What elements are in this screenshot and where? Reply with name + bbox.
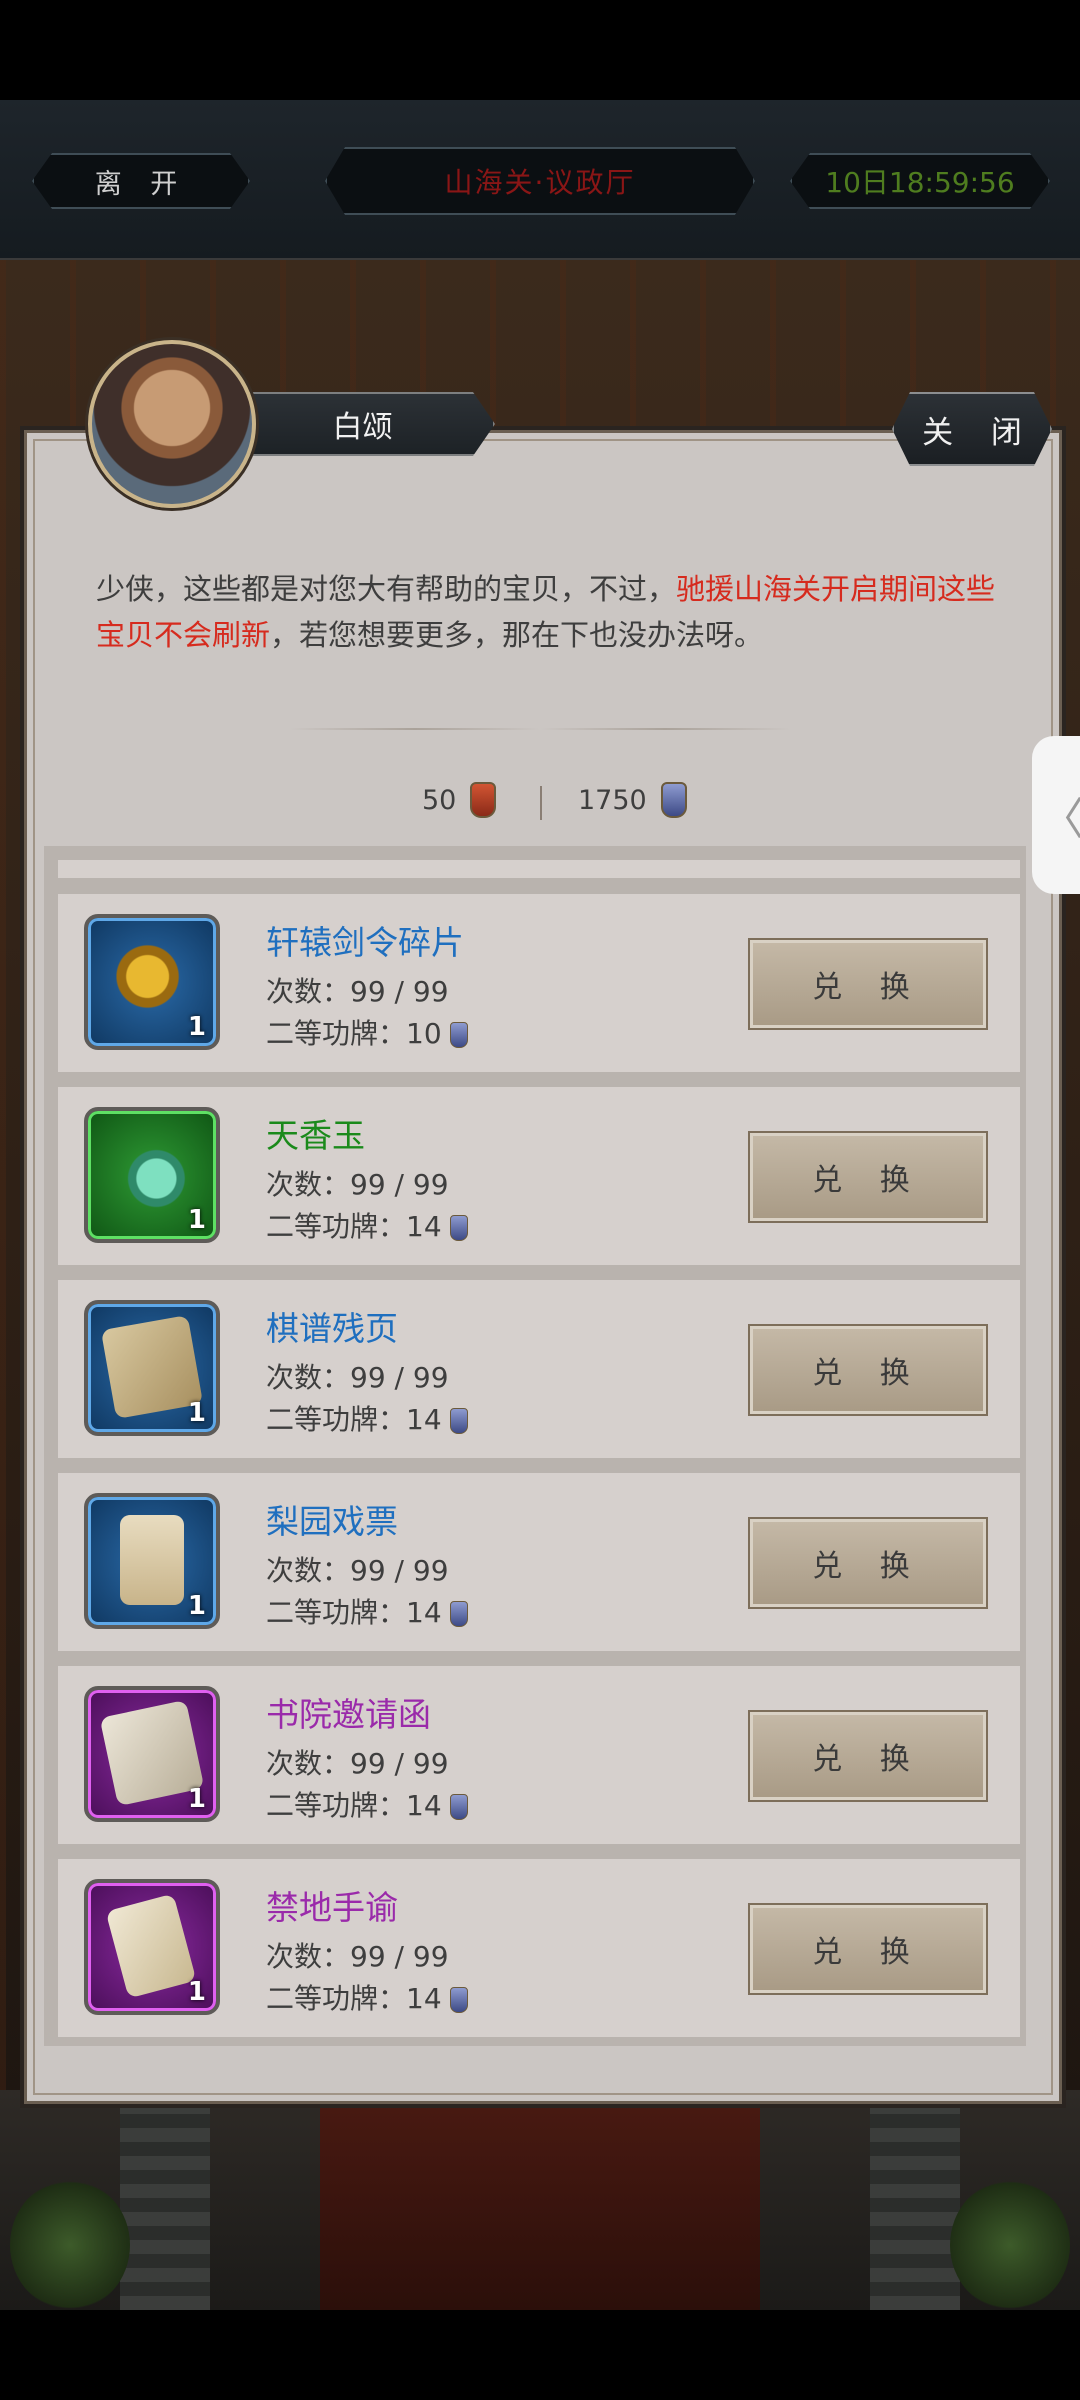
item-times: 次数：99 / 99 [266,1361,449,1394]
item-cost: 二等功牌：14 [266,1205,468,1245]
blue-medal-icon [449,1601,468,1627]
item-times: 次数：99 / 99 [266,1554,449,1587]
item-icon[interactable]: 1 [84,1879,220,2015]
divider-left [290,728,540,730]
blue-medal-icon [449,1022,468,1048]
currency1-value: 50 [422,784,457,816]
leave-label: 离 开 [94,168,188,200]
item-name: 轩辕剑令碎片 [266,923,464,962]
item-times: 次数：99 / 99 [266,1168,449,1201]
npc-name: 白颂 [332,410,393,445]
item-icon[interactable]: 1 [84,1107,220,1243]
item-icon[interactable]: 1 [84,1686,220,1822]
currency-second-class-medal: 1750 [578,782,687,818]
list-item: 1 棋谱残页 次数：99 / 99 二等功牌：14 兑 换 [58,1280,1020,1458]
blue-medal-icon [449,1408,468,1434]
item-cost: 二等功牌：14 [266,1977,468,2017]
game-time: 10日18:59:56 [790,153,1050,209]
item-name: 天香玉 [266,1116,365,1155]
exchange-button[interactable]: 兑 换 [750,1326,986,1414]
exchange-button[interactable]: 兑 换 [750,940,986,1028]
side-drawer-tab[interactable]: 〈 [1032,736,1080,894]
list-item: 1 轩辕剑令碎片 次数：99 / 99 二等功牌：10 兑 换 [58,894,1020,1072]
item-times: 次数：99 / 99 [266,975,449,1008]
opera-ticket-icon [120,1515,184,1605]
blue-medal-icon [449,1794,468,1820]
list-item: 1 禁地手谕 次数：99 / 99 二等功牌：14 兑 换 [58,1859,1020,2037]
list-item: 1 梨园戏票 次数：99 / 99 二等功牌：14 兑 换 [58,1473,1020,1651]
exchange-button[interactable]: 兑 换 [750,1519,986,1607]
plant-left [10,2180,130,2310]
pillar-right [870,2080,960,2310]
blue-medal-icon [660,782,687,818]
item-icon[interactable]: 1 [84,1300,220,1436]
exchange-button[interactable]: 兑 换 [750,1712,986,1800]
leave-button[interactable]: 离 开 [32,153,250,209]
jade-pendant-icon [108,1129,196,1219]
pillar-left [120,2080,210,2310]
item-cost: 二等功牌：10 [266,1012,468,1052]
list-item: 1 书院邀请函 次数：99 / 99 二等功牌：14 兑 换 [58,1666,1020,1844]
item-cost: 二等功牌：14 [266,1784,468,1824]
dialog-description: 少侠，这些都是对您大有帮助的宝贝，不过，驰援山海关开启期间这些宝贝不会刷新，若您… [96,572,996,652]
exchange-button[interactable]: 兑 换 [750,1133,986,1221]
item-name: 梨园戏票 [266,1502,398,1541]
currency-first-class-medal: 50 [422,782,497,818]
exchange-button[interactable]: 兑 换 [750,1905,986,1993]
sword-token-fragment-icon [108,936,196,1026]
item-name: 书院邀请函 [266,1695,431,1734]
red-medal-icon [470,782,497,818]
list-item-partial [58,860,1020,878]
chevron-left-icon: 〈 [1040,794,1080,845]
list-item: 1 天香玉 次数：99 / 99 二等功牌：14 兑 换 [58,1087,1020,1265]
blue-medal-icon [449,1987,468,2013]
currency2-value: 1750 [578,784,647,816]
npc-avatar [88,340,256,508]
item-times: 次数：99 / 99 [266,1940,449,1973]
item-icon[interactable]: 1 [84,1493,220,1629]
item-times: 次数：99 / 99 [266,1747,449,1780]
location-title: 山海关·议政厅 [325,147,755,215]
item-icon[interactable]: 1 [84,914,220,1050]
hall-door [320,2090,760,2310]
currency-separator [540,786,542,820]
blue-medal-icon [449,1215,468,1241]
forbidden-decree-icon [105,1893,197,1999]
item-cost: 二等功牌：14 [266,1591,468,1631]
item-name: 棋谱残页 [266,1309,398,1348]
item-cost: 二等功牌：14 [266,1398,468,1438]
item-name: 禁地手谕 [266,1888,398,1927]
close-label: 关 闭 [922,414,1036,451]
divider-right [540,728,790,730]
plant-right [950,2180,1070,2310]
npc-name-bar: 白颂 [230,392,495,456]
close-button[interactable]: 关 闭 [892,392,1052,466]
